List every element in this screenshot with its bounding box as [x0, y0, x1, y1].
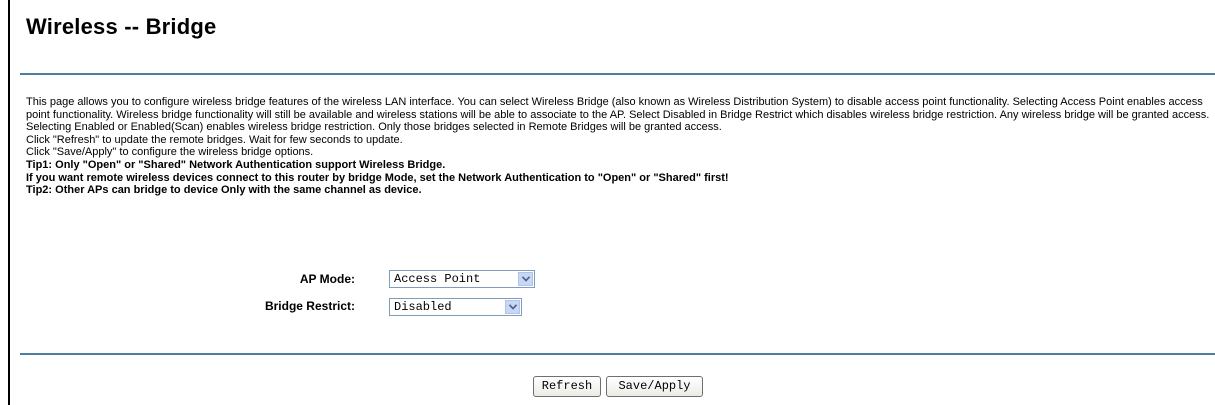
description-paragraph: This page allows you to configure wirele… — [26, 96, 1210, 134]
save-instruction: Click "Save/Apply" to configure the wire… — [26, 146, 314, 159]
ap-mode-value: Access Point — [394, 272, 481, 286]
bridge-restrict-label: Bridge Restrict: — [264, 299, 355, 313]
description: This page allows you to configure wirele… — [26, 96, 1214, 197]
ap-mode-select[interactable]: Access Point — [389, 270, 535, 288]
tip1: Tip1: Only "Open" or "Shared" Network Au… — [26, 158, 446, 171]
refresh-instruction: Click "Refresh" to update the remote bri… — [26, 133, 403, 146]
save-apply-button[interactable]: Save/Apply — [606, 376, 703, 397]
top-divider — [20, 73, 1215, 75]
chevron-down-icon[interactable] — [518, 272, 533, 286]
bottom-divider — [20, 353, 1215, 355]
ap-mode-label: AP Mode: — [299, 272, 355, 286]
bridge-restrict-select[interactable]: Disabled — [389, 298, 522, 316]
bridge-restrict-value: Disabled — [394, 300, 452, 314]
chevron-down-icon[interactable] — [505, 300, 520, 314]
page-frame: Wireless -- Bridge This page allows you … — [8, 0, 1215, 405]
tip1-detail: If you want remote wireless devices conn… — [26, 171, 729, 184]
tip2: Tip2: Other APs can bridge to device Onl… — [26, 184, 422, 197]
refresh-button[interactable]: Refresh — [533, 376, 601, 397]
page-title: Wireless -- Bridge — [26, 14, 217, 39]
